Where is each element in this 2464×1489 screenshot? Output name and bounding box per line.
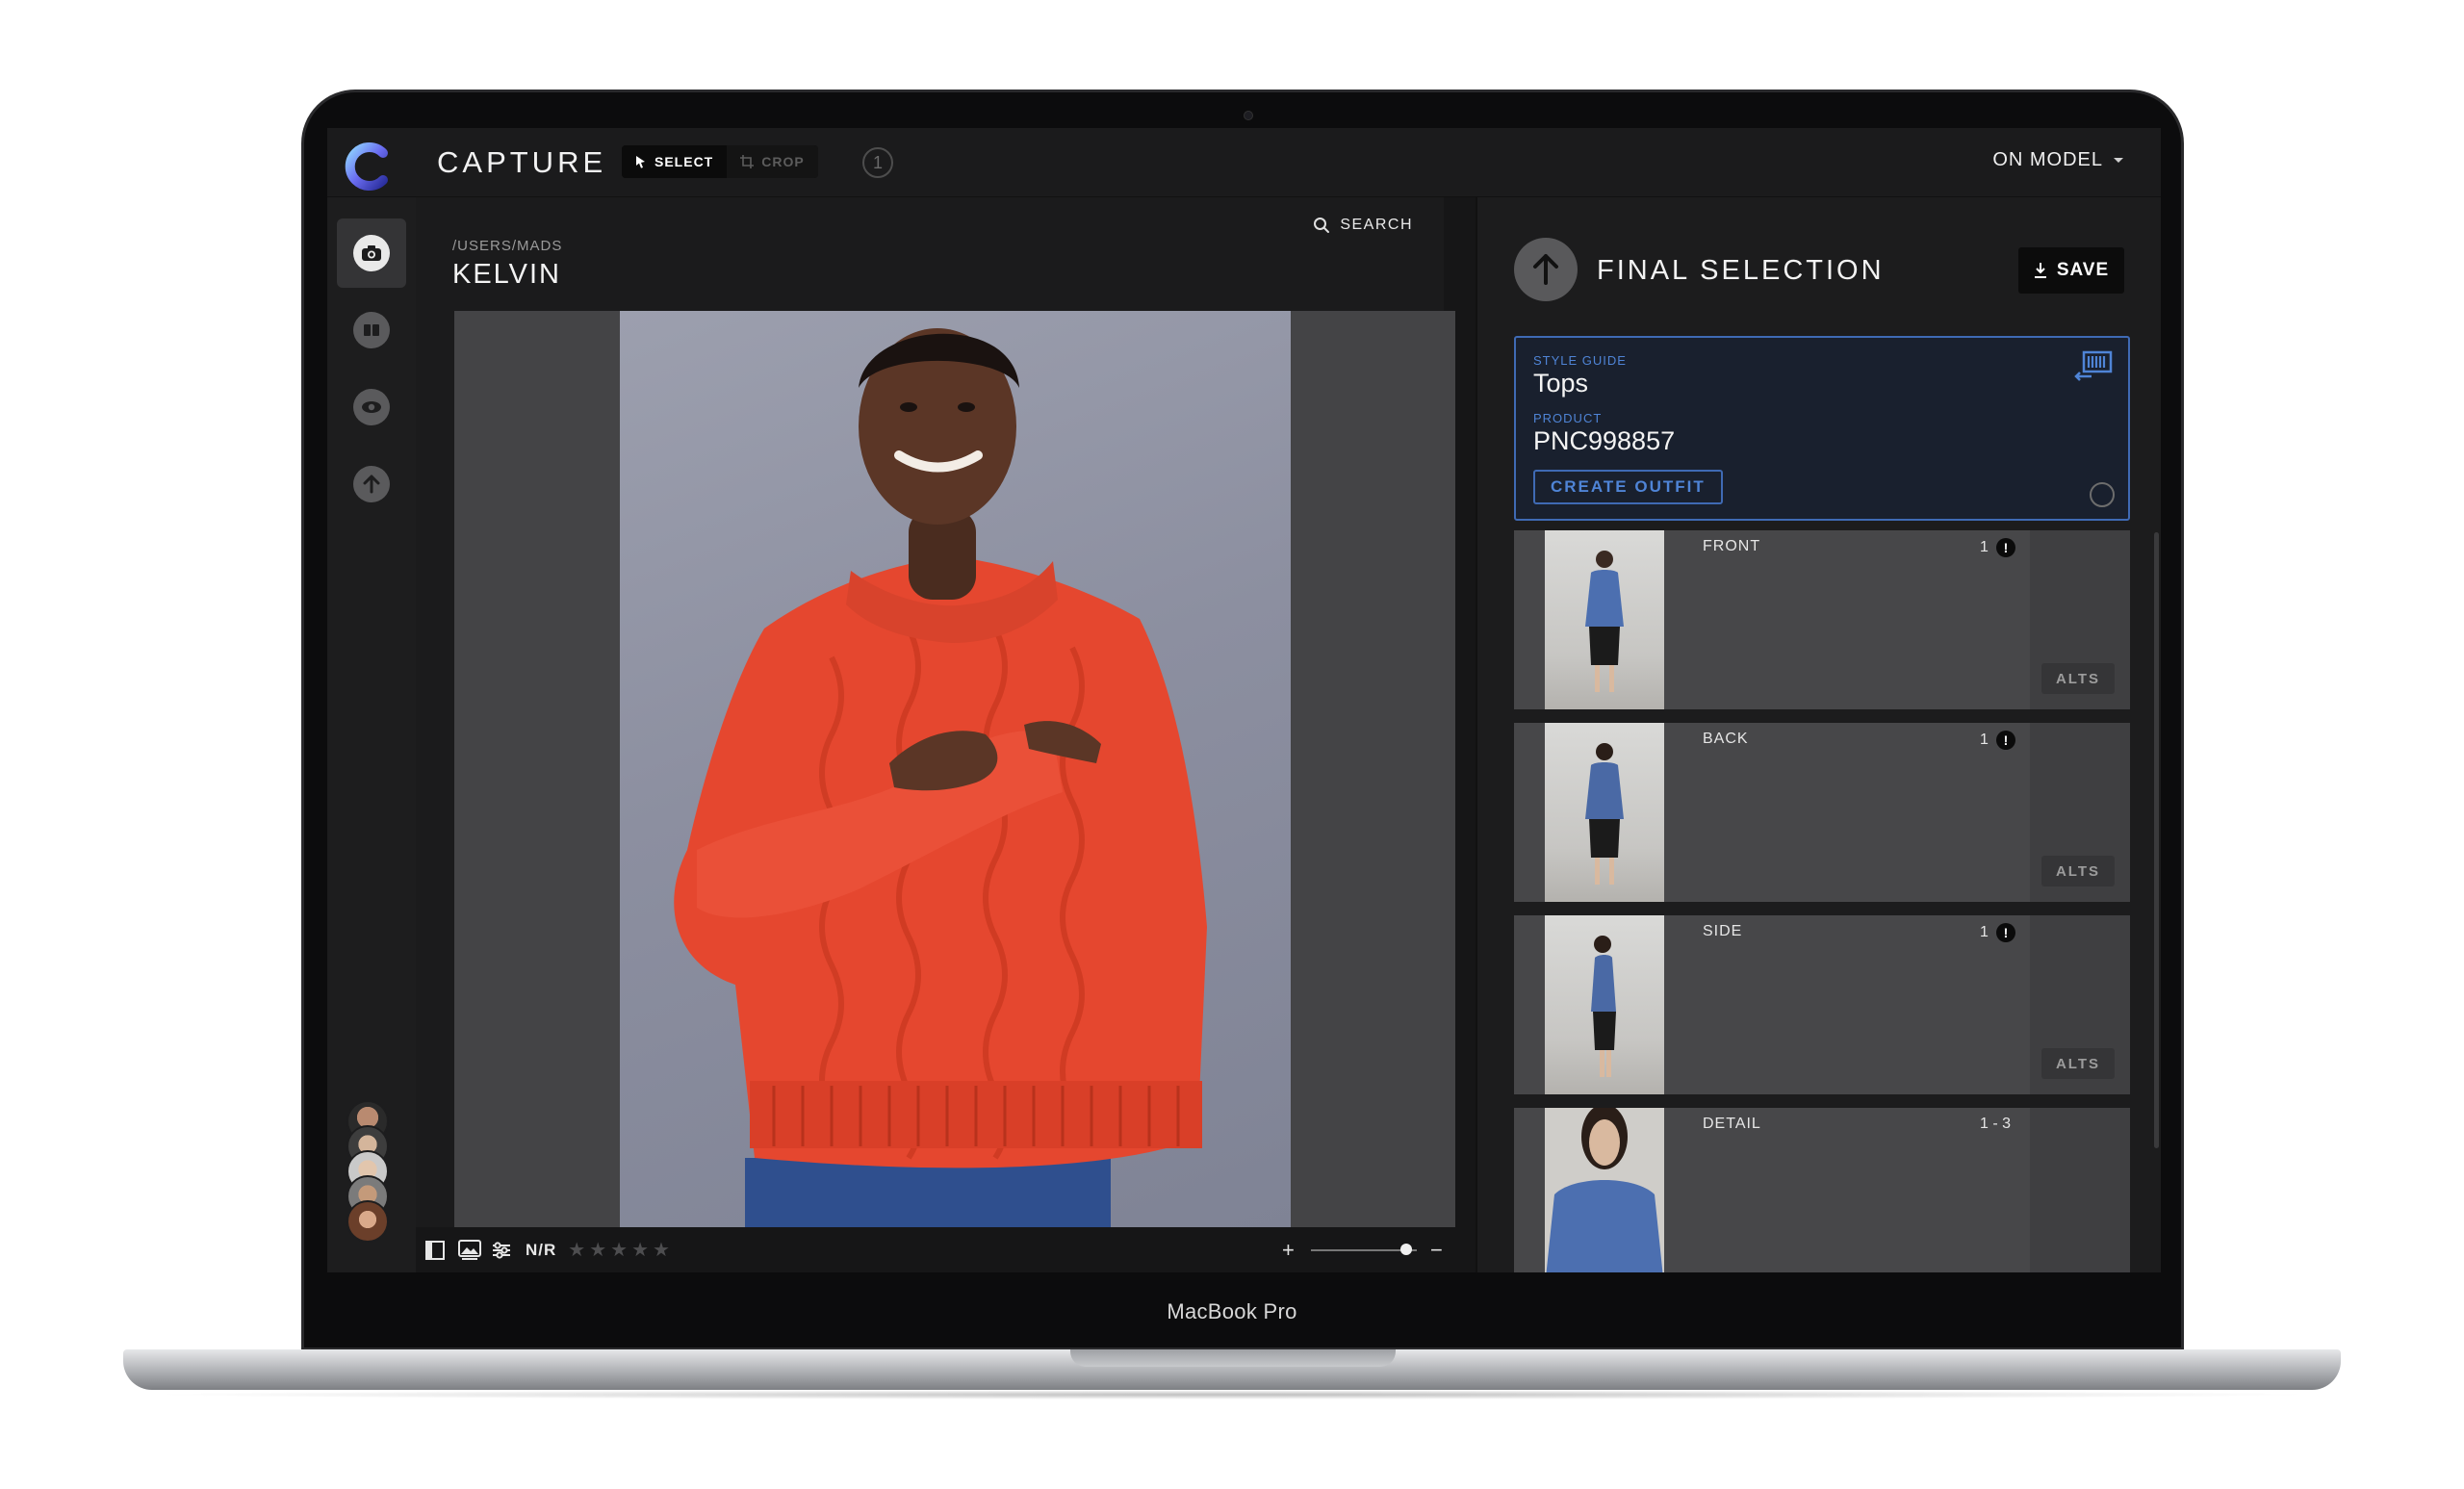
- rating-control[interactable]: N/R ★ ★ ★ ★ ★: [526, 1237, 670, 1263]
- shot-count-value: 1: [1980, 924, 1989, 940]
- top-bar: CAPTURE SELECT CROP 1 ON MODEL: [327, 128, 2161, 197]
- laptop-shadow: [144, 1390, 2320, 1399]
- warning-icon: !: [1995, 923, 2015, 942]
- shot-count-value: 1 - 3: [1980, 1116, 2012, 1132]
- shot-label: FRONT: [1703, 538, 1761, 554]
- book-icon: [353, 312, 390, 348]
- shot-label: DETAIL: [1703, 1116, 1761, 1132]
- product-label: PRODUCT: [1533, 411, 1603, 425]
- final-selection-panel: FINAL SELECTION SAVE STYLE GUIDE Tops PR…: [1476, 197, 2161, 1272]
- front-thumbnail[interactable]: [1545, 530, 1664, 709]
- alts-column: ALTS: [2030, 915, 2130, 1094]
- breadcrumb[interactable]: /USERS/MADS: [452, 238, 562, 254]
- upload-arrow-icon: [353, 466, 390, 502]
- shot-row-back[interactable]: BACK 1! ALTS: [1514, 723, 2130, 902]
- sidebar-item-camera[interactable]: [337, 218, 406, 288]
- zoom-slider-handle[interactable]: [1400, 1244, 1412, 1255]
- alts-column: [2030, 1108, 2130, 1272]
- camera-icon: [353, 235, 390, 271]
- shot-count: 1!: [1980, 923, 2015, 942]
- star-2-icon[interactable]: ★: [589, 1240, 606, 1261]
- chevron-down-icon: [2114, 157, 2123, 163]
- style-guide-label: STYLE GUIDE: [1533, 353, 1627, 368]
- select-tool-label: SELECT: [654, 154, 714, 169]
- shot-count: 1!: [1980, 538, 2015, 557]
- scrollbar[interactable]: [2154, 532, 2159, 1148]
- sidebar-item-upload[interactable]: [337, 449, 406, 519]
- viewer-toolbar: N/R ★ ★ ★ ★ ★ + −: [416, 1227, 1444, 1272]
- star-5-icon[interactable]: ★: [653, 1240, 670, 1261]
- pointer-icon: [636, 156, 645, 168]
- webcam: [1244, 111, 1253, 120]
- tool-switch: SELECT CROP: [622, 145, 818, 178]
- panel-toggle-icon[interactable]: [425, 1237, 445, 1263]
- download-icon: [2034, 263, 2046, 278]
- style-guide-card: STYLE GUIDE Tops PRODUCT PNC998857 CREAT…: [1514, 336, 2130, 521]
- panel-title: FINAL SELECTION: [1597, 255, 1885, 286]
- search-icon: [1314, 218, 1330, 233]
- app-title: CAPTURE: [437, 145, 607, 179]
- barcode-scan-icon[interactable]: [2072, 349, 2115, 382]
- shot-label: BACK: [1703, 731, 1749, 747]
- sidebar-item-book[interactable]: [337, 295, 406, 365]
- image-viewer[interactable]: [454, 311, 1455, 1227]
- save-button[interactable]: SAVE: [2018, 247, 2124, 294]
- search-button[interactable]: SEARCH: [1313, 217, 1413, 234]
- upload-icon[interactable]: [1514, 238, 1578, 301]
- shot-count: 1 - 3: [1980, 1116, 2011, 1133]
- rating-label: N/R: [526, 1240, 557, 1259]
- shot-count-value: 1: [1980, 732, 1989, 748]
- page-title: KELVIN: [452, 259, 562, 290]
- selection-radio[interactable]: [2090, 482, 2115, 507]
- crop-icon: [740, 155, 755, 168]
- search-label: SEARCH: [1340, 217, 1413, 233]
- select-tool-button[interactable]: SELECT: [622, 145, 728, 178]
- shot-label: SIDE: [1703, 923, 1743, 939]
- product-value: PNC998857: [1533, 426, 1676, 455]
- back-thumbnail[interactable]: [1545, 723, 1664, 902]
- star-rating[interactable]: ★ ★ ★ ★ ★: [564, 1238, 670, 1262]
- alts-button[interactable]: ALTS: [2041, 856, 2115, 886]
- zoom-out-button[interactable]: −: [1430, 1237, 1443, 1263]
- crop-tool-label: CROP: [761, 154, 805, 169]
- zoom-in-button[interactable]: +: [1282, 1237, 1295, 1263]
- alts-button[interactable]: ALTS: [2041, 663, 2115, 694]
- capture-logo-icon: [345, 142, 388, 191]
- alts-column: ALTS: [2030, 723, 2130, 902]
- star-1-icon[interactable]: ★: [568, 1240, 585, 1261]
- side-thumbnail[interactable]: [1545, 915, 1664, 1094]
- laptop-notch: [1070, 1349, 1396, 1367]
- style-guide-value: Tops: [1533, 369, 1589, 398]
- create-outfit-button[interactable]: CREATE OUTFIT: [1533, 470, 1723, 504]
- mode-dropdown[interactable]: ON MODEL: [1992, 149, 2124, 171]
- star-4-icon[interactable]: ★: [631, 1240, 649, 1261]
- sidebar-item-eye[interactable]: [337, 372, 406, 442]
- warning-icon: !: [1995, 731, 2015, 750]
- shot-count: 1!: [1980, 731, 2015, 750]
- save-label: SAVE: [2056, 260, 2110, 280]
- image-gallery-icon[interactable]: [458, 1237, 481, 1263]
- crop-tool-button[interactable]: CROP: [727, 145, 818, 178]
- shot-row-side[interactable]: SIDE 1! ALTS: [1514, 915, 2130, 1094]
- shot-row-front[interactable]: FRONT 1! ALTS: [1514, 530, 2130, 709]
- device-label: MacBook Pro: [1167, 1299, 1297, 1323]
- shot-count-value: 1: [1980, 539, 1989, 555]
- image-browser: /USERS/MADS KELVIN SEARCH N/R ★ ★ ★ ★ ★ …: [416, 197, 1455, 1272]
- star-3-icon[interactable]: ★: [610, 1240, 628, 1261]
- adjustments-icon[interactable]: [491, 1237, 512, 1263]
- collaborator-avatars: [346, 1100, 397, 1243]
- alts-button[interactable]: ALTS: [2041, 1048, 2115, 1079]
- eye-icon: [353, 389, 390, 425]
- step-badge[interactable]: 1: [862, 147, 893, 178]
- app-screen: CAPTURE SELECT CROP 1 ON MODEL /USERS/MA…: [327, 128, 2161, 1272]
- avatar[interactable]: [346, 1200, 389, 1243]
- shot-row-detail[interactable]: DETAIL 1 - 3: [1514, 1108, 2130, 1272]
- detail-thumbnail[interactable]: [1545, 1108, 1664, 1272]
- warning-icon: !: [1995, 538, 2015, 557]
- product-photo[interactable]: [620, 311, 1291, 1227]
- mode-dropdown-label: ON MODEL: [1992, 149, 2103, 170]
- model-photo-illustration: [674, 328, 1207, 1227]
- alts-column: ALTS: [2030, 530, 2130, 709]
- left-sidebar: [327, 197, 416, 1272]
